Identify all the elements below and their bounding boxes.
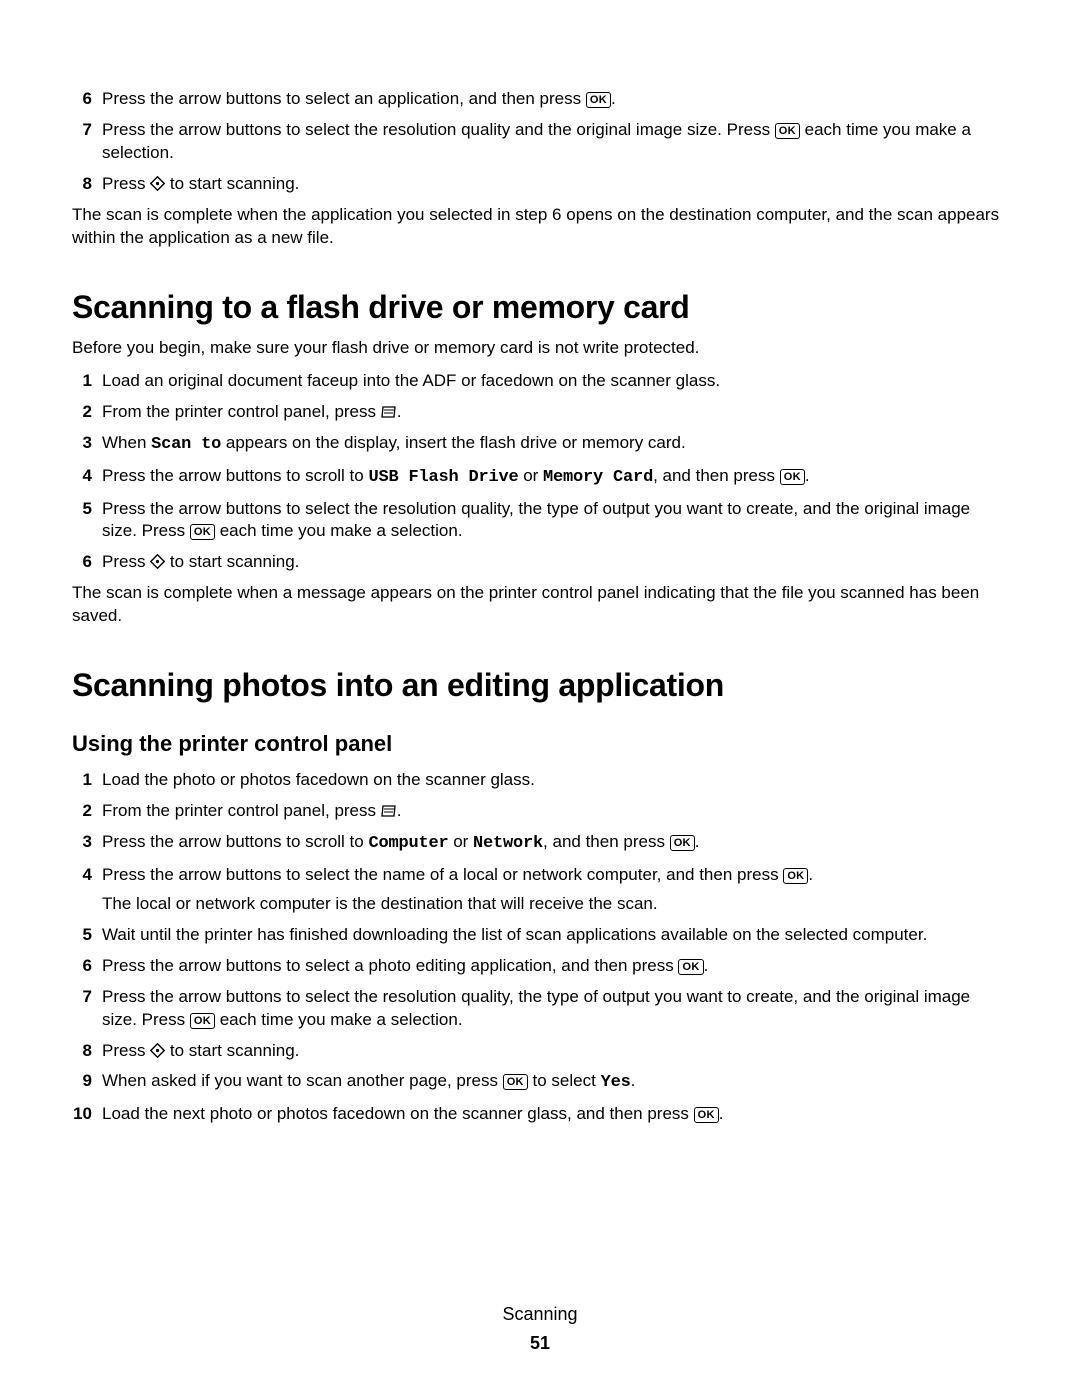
step-2: 2 From the printer control panel, press … bbox=[72, 800, 1008, 823]
step-text: . bbox=[719, 1104, 724, 1123]
ok-key-icon: OK bbox=[678, 959, 703, 975]
display-text: USB Flash Drive bbox=[368, 468, 518, 487]
step-8: 8 Press to start scanning. bbox=[72, 173, 1008, 196]
body-text: The scan is complete when a message appe… bbox=[72, 582, 1008, 628]
step-text: each time you make a selection. bbox=[215, 521, 463, 540]
step-text: each time you make a selection. bbox=[215, 1010, 463, 1029]
step-text: . bbox=[611, 89, 616, 108]
step-list-photos: 1 Load the photo or photos facedown on t… bbox=[72, 769, 1008, 1126]
step-2: 2 From the printer control panel, press … bbox=[72, 401, 1008, 424]
display-text: Network bbox=[473, 834, 543, 853]
footer-title: Scanning bbox=[0, 1302, 1080, 1326]
step-text: . bbox=[805, 466, 810, 485]
step-9: 9 When asked if you want to scan another… bbox=[72, 1070, 1008, 1095]
heading-scan-flash: Scanning to a flash drive or memory card bbox=[72, 286, 1008, 329]
step-list-flash: 1 Load an original document faceup into … bbox=[72, 370, 1008, 575]
start-diamond-icon bbox=[150, 552, 165, 571]
step-text: . bbox=[808, 865, 813, 884]
step-text: or bbox=[448, 832, 473, 851]
step-1: 1 Load an original document faceup into … bbox=[72, 370, 1008, 393]
subheading-control-panel: Using the printer control panel bbox=[72, 729, 1008, 759]
step-text: . bbox=[397, 801, 402, 820]
ok-key-icon: OK bbox=[694, 1107, 719, 1123]
step-text: to start scanning. bbox=[165, 552, 299, 571]
step-8: 8 Press to start scanning. bbox=[72, 1040, 1008, 1063]
scan-button-icon bbox=[381, 801, 397, 820]
heading-scan-photos: Scanning photos into an editing applicat… bbox=[72, 664, 1008, 707]
ok-key-icon: OK bbox=[190, 524, 215, 540]
step-text: Press the arrow buttons to select the na… bbox=[102, 865, 783, 884]
ok-key-icon: OK bbox=[190, 1013, 215, 1029]
step-text: Press bbox=[102, 174, 150, 193]
step-subtext: The local or network computer is the des… bbox=[102, 893, 1008, 916]
step-text: to start scanning. bbox=[165, 1041, 299, 1060]
step-text: , and then press bbox=[543, 832, 670, 851]
step-text: Press the arrow buttons to select a phot… bbox=[102, 956, 678, 975]
scan-button-icon bbox=[381, 402, 397, 421]
step-text: Load the next photo or photos facedown o… bbox=[102, 1104, 694, 1123]
body-text: The scan is complete when the applicatio… bbox=[72, 204, 1008, 250]
step-text: . bbox=[695, 832, 700, 851]
step-text: Load the photo or photos facedown on the… bbox=[102, 770, 535, 789]
step-text: to select bbox=[528, 1071, 601, 1090]
step-text: . bbox=[397, 402, 402, 421]
step-text: Press the arrow buttons to scroll to bbox=[102, 466, 368, 485]
document-page: 6 Press the arrow buttons to select an a… bbox=[0, 0, 1080, 1397]
step-text: . bbox=[631, 1071, 636, 1090]
body-text: Before you begin, make sure your flash d… bbox=[72, 337, 1008, 360]
step-text: appears on the display, insert the flash… bbox=[221, 433, 686, 452]
step-3: 3 Press the arrow buttons to scroll to C… bbox=[72, 831, 1008, 856]
page-footer: Scanning 51 bbox=[0, 1302, 1080, 1355]
footer-page-number: 51 bbox=[0, 1331, 1080, 1355]
step-text: to start scanning. bbox=[165, 174, 299, 193]
step-text: Press the arrow buttons to select the re… bbox=[102, 120, 775, 139]
step-5: 5 Wait until the printer has finished do… bbox=[72, 924, 1008, 947]
step-text: From the printer control panel, press bbox=[102, 402, 381, 421]
ok-key-icon: OK bbox=[503, 1074, 528, 1090]
step-5: 5 Press the arrow buttons to select the … bbox=[72, 498, 1008, 544]
step-4: 4 Press the arrow buttons to scroll to U… bbox=[72, 465, 1008, 490]
step-3: 3 When Scan to appears on the display, i… bbox=[72, 432, 1008, 457]
ok-key-icon: OK bbox=[780, 469, 805, 485]
step-text: Press bbox=[102, 1041, 150, 1060]
step-text: When bbox=[102, 433, 151, 452]
display-text: Yes bbox=[601, 1073, 631, 1092]
step-text: or bbox=[518, 466, 543, 485]
step-text: Press the arrow buttons to scroll to bbox=[102, 832, 368, 851]
step-text: When asked if you want to scan another p… bbox=[102, 1071, 503, 1090]
step-6: 6 Press to start scanning. bbox=[72, 551, 1008, 574]
step-text: . bbox=[704, 956, 709, 975]
step-10: 10 Load the next photo or photos facedow… bbox=[72, 1103, 1008, 1126]
step-text: Press bbox=[102, 552, 150, 571]
step-list-continued: 6 Press the arrow buttons to select an a… bbox=[72, 88, 1008, 196]
display-text: Computer bbox=[368, 834, 448, 853]
step-7: 7 Press the arrow buttons to select the … bbox=[72, 986, 1008, 1032]
step-1: 1 Load the photo or photos facedown on t… bbox=[72, 769, 1008, 792]
display-text: Scan to bbox=[151, 435, 221, 454]
step-text: , and then press bbox=[653, 466, 780, 485]
step-text: From the printer control panel, press bbox=[102, 801, 381, 820]
start-diamond-icon bbox=[150, 174, 165, 193]
step-text: Wait until the printer has finished down… bbox=[102, 925, 927, 944]
ok-key-icon: OK bbox=[783, 868, 808, 884]
step-6: 6 Press the arrow buttons to select an a… bbox=[72, 88, 1008, 111]
step-text: Press the arrow buttons to select an app… bbox=[102, 89, 586, 108]
start-diamond-icon bbox=[150, 1041, 165, 1060]
ok-key-icon: OK bbox=[775, 123, 800, 139]
step-6: 6 Press the arrow buttons to select a ph… bbox=[72, 955, 1008, 978]
step-4: 4 Press the arrow buttons to select the … bbox=[72, 864, 1008, 916]
ok-key-icon: OK bbox=[670, 835, 695, 851]
step-text: Load an original document faceup into th… bbox=[102, 371, 720, 390]
step-7: 7 Press the arrow buttons to select the … bbox=[72, 119, 1008, 165]
ok-key-icon: OK bbox=[586, 92, 611, 108]
display-text: Memory Card bbox=[543, 468, 653, 487]
